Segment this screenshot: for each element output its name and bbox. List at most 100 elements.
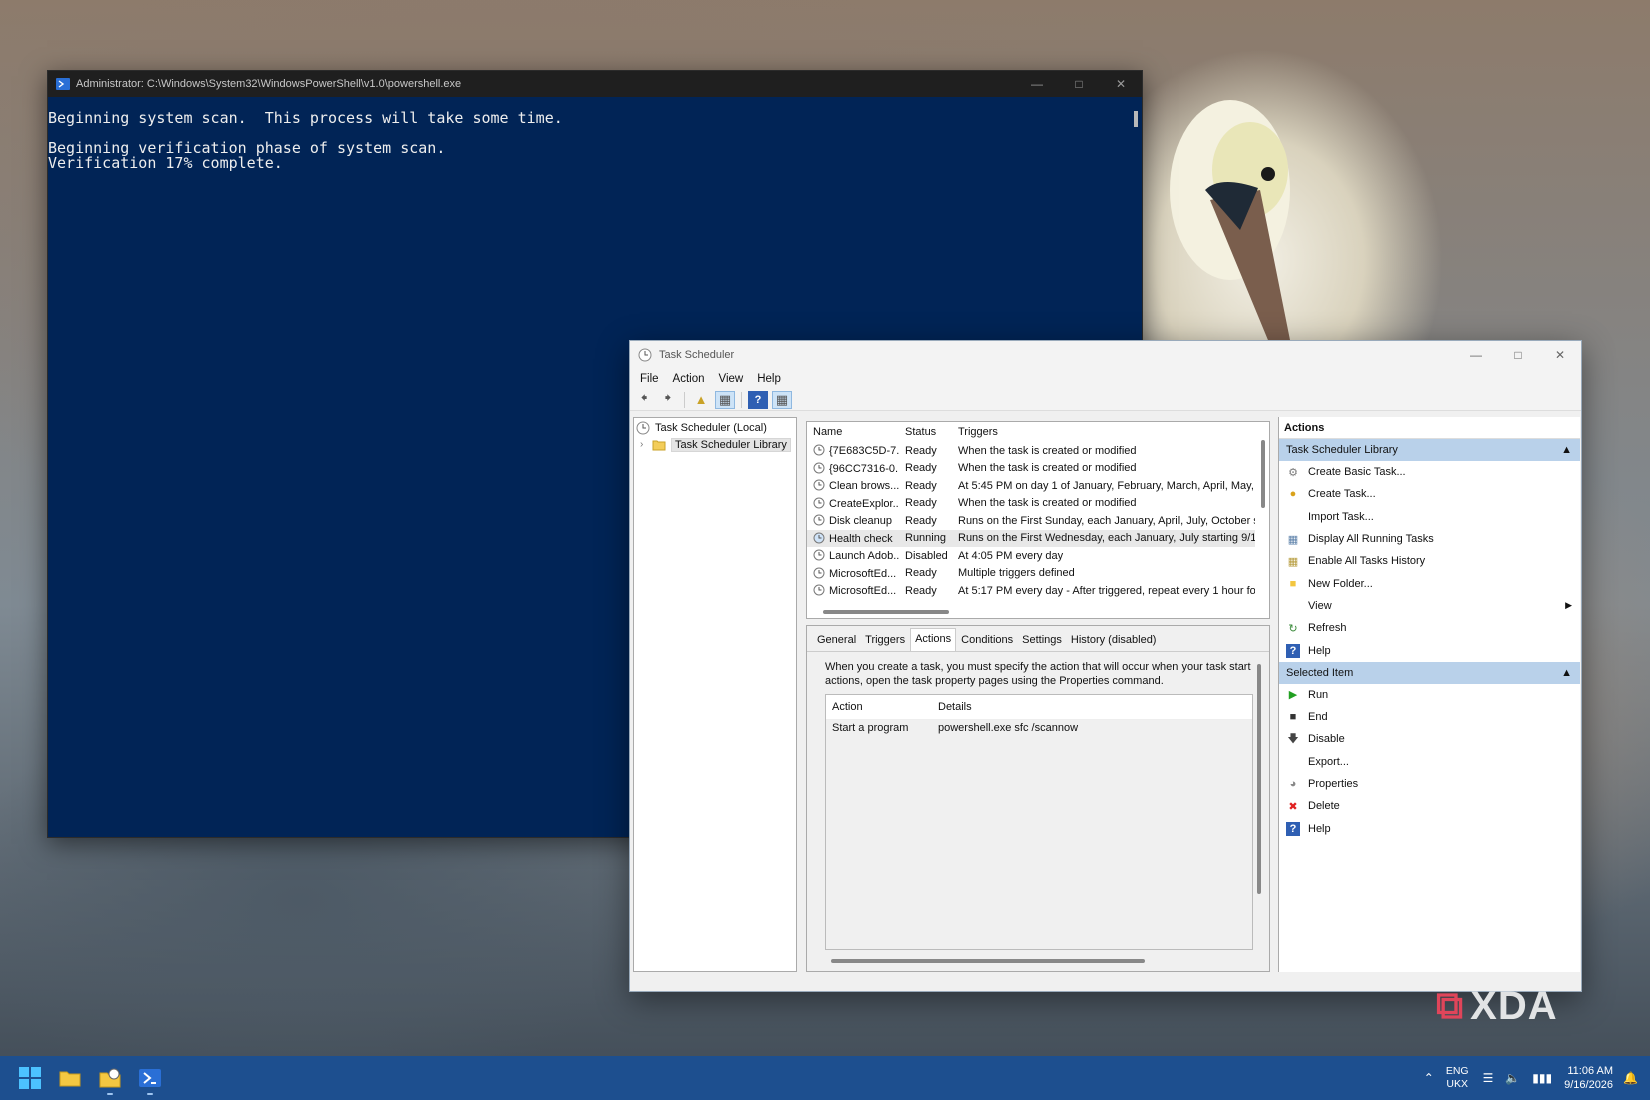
detail-vertical-scrollbar[interactable] [1257,664,1261,894]
table-row[interactable]: {96CC7316-0... Ready When the task is crea… [807,460,1255,478]
action-import-task[interactable]: Import Task... [1279,506,1580,528]
table-row[interactable]: Health check Running Runs on the First Wed… [807,529,1255,547]
description-line: actions, open the task property pages us… [825,675,1164,687]
detail-horizontal-scrollbar[interactable] [831,959,1145,963]
table-row[interactable]: Disk cleanup Ready Runs on the First Sunda… [807,512,1255,530]
action-run[interactable]: ▶ Run [1279,684,1580,706]
table-row[interactable]: Start a program powershell.exe sfc /scan… [826,719,1252,737]
task-list[interactable]: Name Status Triggers {7E683C5D-7... Ready… [806,421,1270,619]
action-delete[interactable]: ✖ Delete [1279,795,1580,817]
task-actions-grid[interactable]: Action Details Start a program powershel… [825,694,1253,950]
maximize-button[interactable]: □ [1497,341,1539,369]
task-actions-table: Action Details Start a program powershel… [826,695,1252,737]
battery-icon[interactable]: ▮▮▮ [1532,1071,1552,1085]
action-properties[interactable]: ◕ Properties [1279,773,1580,795]
table-row[interactable]: MicrosoftEd... Ready Multiple triggers def… [807,565,1255,583]
column-header-action[interactable]: Action [826,695,932,720]
file-explorer-button[interactable] [50,1058,90,1098]
collapse-arrow-icon[interactable]: ▲ [1561,444,1572,456]
task-triggers-cell: Multiple triggers defined [958,567,1075,580]
clock[interactable]: 11:06 AM 9/16/2026 [1564,1064,1613,1092]
task-scheduler-titlebar[interactable]: Task Scheduler — □ ✕ [630,341,1581,369]
column-header-details[interactable]: Details [932,695,1252,720]
tab-conditions[interactable]: Conditions [957,630,1017,651]
up-folder-icon[interactable]: ▲ [691,391,711,409]
minimize-button[interactable]: — [1016,71,1058,97]
table-row[interactable]: Clean brows... Ready At 5:45 PM on day 1 o… [807,477,1255,495]
action-export[interactable]: Export... [1279,751,1580,773]
action-view[interactable]: View ▶ [1279,595,1580,617]
table-row[interactable]: MicrosoftEd... Ready At 5:17 PM every day … [807,582,1255,600]
task-clock-icon [813,462,825,474]
menu-help[interactable]: Help [757,373,781,385]
powershell-console[interactable]: Beginning system scan. This process will… [48,97,1142,171]
task-list-horizontal-scrollbar[interactable] [823,610,949,614]
close-button[interactable]: ✕ [1539,341,1581,369]
column-header-triggers[interactable]: Triggers [952,422,1255,442]
section-header-library[interactable]: Task Scheduler Library ▲ [1279,439,1580,461]
tab-history[interactable]: History (disabled) [1067,630,1161,651]
action-enable-all-tasks-history[interactable]: ▦ Enable All Tasks History [1279,550,1580,572]
task-scheduler-window[interactable]: Task Scheduler — □ ✕ File Action View He… [629,340,1582,992]
action-create-task[interactable]: ● Create Task... [1279,483,1580,505]
forward-arrow-icon[interactable]: 🠺 [658,390,678,409]
menu-action[interactable]: Action [673,373,705,385]
back-arrow-icon[interactable]: 🠸 [634,390,654,409]
actions-pane: Actions Task Scheduler Library ▲ ⚙ Create… [1278,417,1580,972]
notification-bell-icon[interactable]: 🔔 [1623,1071,1638,1085]
action-disable[interactable]: 🡇 Disable [1279,728,1580,750]
volume-icon[interactable]: 🔈 [1505,1071,1520,1085]
console-tree[interactable]: Task Scheduler (Local) › Task Scheduler … [633,417,797,972]
table-row[interactable]: {7E683C5D-7... Ready When the task is crea… [807,442,1255,460]
column-header-status[interactable]: Status [899,422,952,442]
section-title: Task Scheduler Library [1286,444,1398,456]
clock-icon [636,421,650,434]
action-new-folder[interactable]: ■ New Folder... [1279,572,1580,594]
task-scheduler-taskbar-button[interactable] [90,1058,130,1098]
table-row[interactable]: Launch Adob... Disabled At 4:05 PM every d… [807,547,1255,565]
chevron-right-icon[interactable]: › [640,439,652,450]
task-clock-icon [813,497,825,509]
tree-library[interactable]: › Task Scheduler Library [640,436,796,453]
close-button[interactable]: ✕ [1100,71,1142,97]
section-header-selected-item[interactable]: Selected Item ▲ [1279,661,1580,684]
task-clock-icon [813,514,825,526]
folder-icon: ■ [1289,577,1297,590]
action-refresh[interactable]: ↻ Refresh [1279,617,1580,639]
submenu-arrow-icon: ▶ [1565,600,1572,611]
menu-view[interactable]: View [719,373,744,385]
console-scrollbar[interactable] [1134,111,1138,127]
wifi-icon[interactable]: ☰ [1483,1071,1494,1085]
chevron-up-icon[interactable]: ⌃ [1424,1071,1434,1085]
collapse-arrow-icon[interactable]: ▲ [1561,667,1572,679]
help-icon[interactable]: ? [748,390,768,409]
tab-general[interactable]: General [813,630,860,651]
tree-root[interactable]: Task Scheduler (Local) [634,419,796,436]
show-hide-console-tree-icon[interactable]: ▦ [715,390,735,409]
action-end[interactable]: ■ End [1279,706,1580,728]
refresh-icon: ↻ [1288,622,1298,635]
task-clock-icon [813,549,825,561]
minimize-button[interactable]: — [1455,341,1497,369]
tab-settings[interactable]: Settings [1018,630,1066,651]
action-create-basic-task[interactable]: ⚙ Create Basic Task... [1279,461,1580,483]
start-button[interactable] [10,1058,50,1098]
detail-tabs: General Triggers Actions Conditions Sett… [807,626,1269,652]
column-header-name[interactable]: Name [807,422,899,442]
menu-file[interactable]: File [640,373,659,385]
powershell-taskbar-button[interactable] [130,1058,170,1098]
action-display-all-running-tasks[interactable]: ▦ Display All Running Tasks [1279,528,1580,550]
tab-actions[interactable]: Actions [910,628,957,651]
language-indicator[interactable]: ENG UKX [1446,1065,1469,1091]
task-triggers-cell: At 5:45 PM on day 1 of January, February… [958,479,1255,492]
action-help[interactable]: ? Help [1279,817,1580,839]
show-hide-action-pane-icon[interactable]: ▦ [772,390,792,409]
tab-triggers[interactable]: Triggers [861,630,909,651]
task-list-vertical-scrollbar[interactable] [1261,440,1265,508]
task-name-cell: MicrosoftEd... [807,565,899,583]
maximize-button[interactable]: □ [1058,71,1100,97]
action-help[interactable]: ? Help [1279,639,1580,661]
powershell-titlebar[interactable]: Administrator: C:\Windows\System32\Windo… [48,71,1142,97]
system-tray: ⌃ ENG UKX ☰ 🔈 ▮▮▮ 11:06 AM 9/16/2026 🔔 [1424,1056,1650,1100]
table-row[interactable]: CreateExplor... Ready When the task is cre… [807,495,1255,513]
